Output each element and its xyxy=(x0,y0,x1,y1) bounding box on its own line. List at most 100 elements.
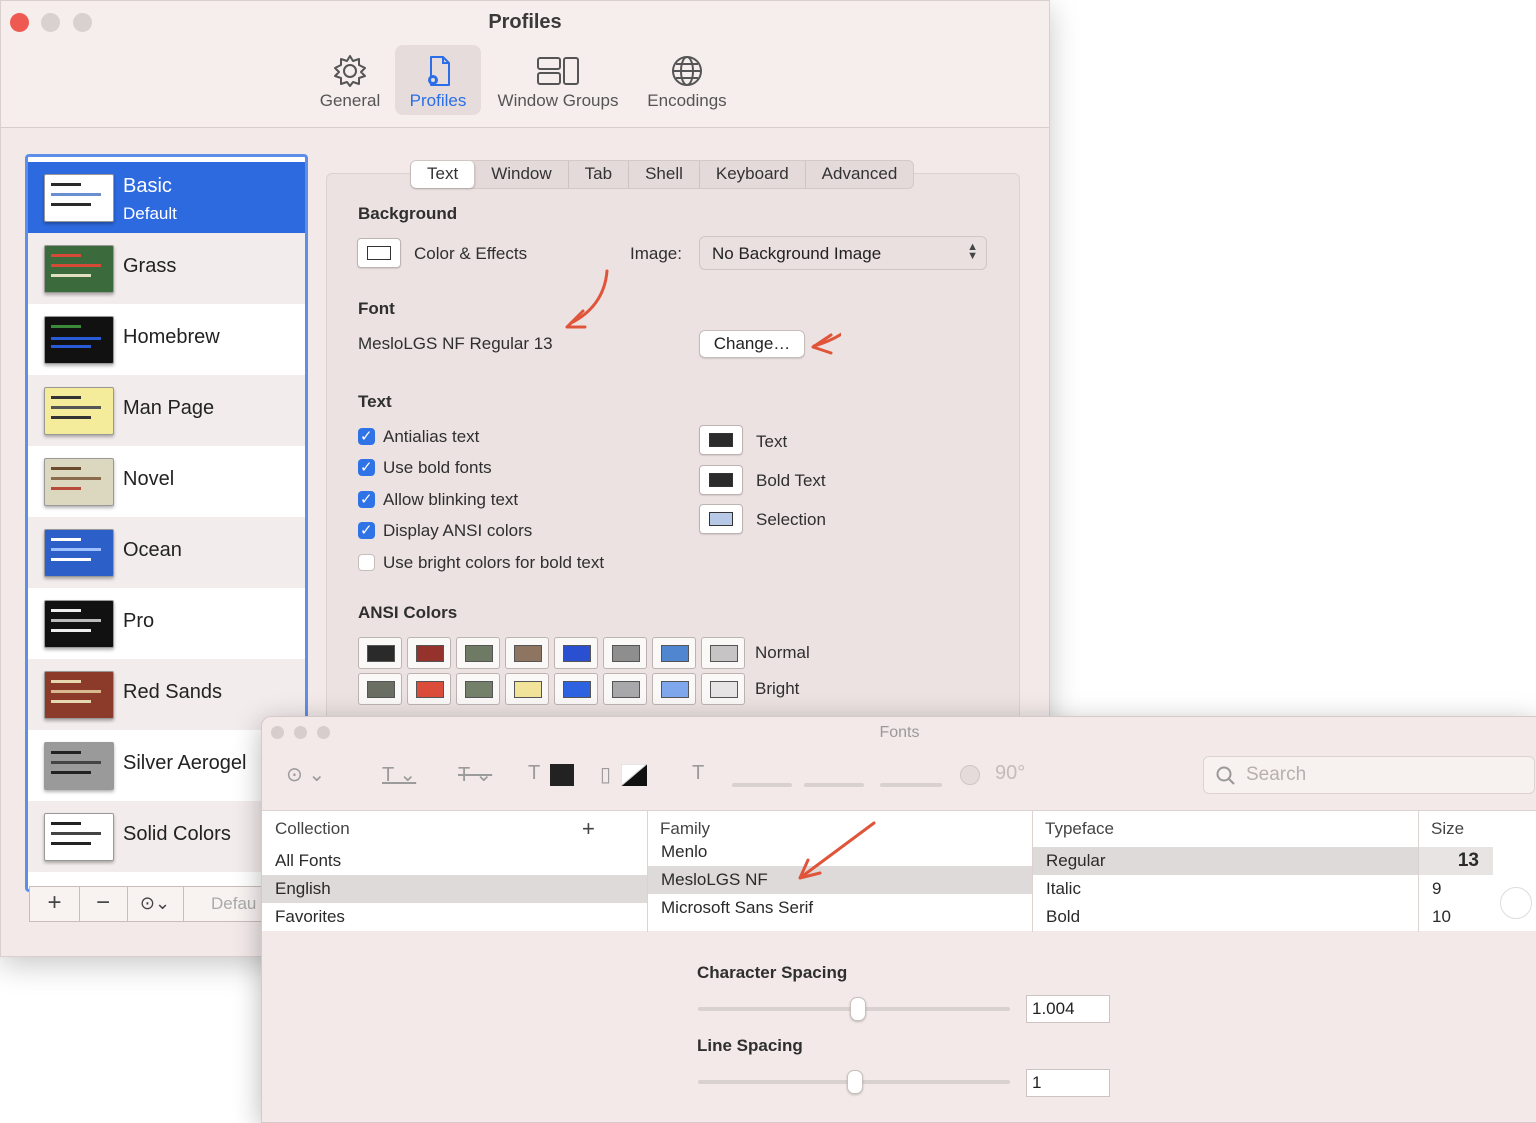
document-color-icon[interactable]: ▯ xyxy=(600,762,611,787)
window-title: Profiles xyxy=(488,11,562,33)
profile-row-pro[interactable]: Pro xyxy=(28,588,305,659)
character-spacing-field[interactable]: 1.004 xyxy=(1026,995,1110,1023)
globe-icon xyxy=(672,56,702,86)
profile-row-homebrew[interactable]: Homebrew xyxy=(28,304,305,375)
ansi-normal-color-well-6[interactable] xyxy=(652,637,696,669)
toolbar-window-groups[interactable]: Window Groups xyxy=(489,45,627,115)
ansi-colors-label: Display ANSI colors xyxy=(383,521,533,540)
ansi-normal-color-well-1[interactable] xyxy=(407,637,451,669)
size-field[interactable]: 13 xyxy=(1419,847,1493,875)
family-item[interactable]: Microsoft Sans Serif xyxy=(648,894,1032,922)
set-default-button[interactable]: Defau xyxy=(211,894,256,914)
profile-row-basic[interactable]: Basic Default xyxy=(28,162,305,233)
ansi-normal-color-swatch xyxy=(465,645,493,662)
line-spacing-field[interactable]: 1 xyxy=(1026,1069,1110,1097)
shadow-offset-slider[interactable] xyxy=(880,783,942,787)
font-heading: Font xyxy=(358,299,395,318)
toolbar-profiles[interactable]: Profiles xyxy=(395,45,481,115)
toolbar-general[interactable]: General xyxy=(313,45,387,115)
profile-name: Homebrew xyxy=(123,326,220,348)
collection-item[interactable]: All Fonts xyxy=(262,847,647,875)
character-spacing-slider[interactable] xyxy=(698,997,1010,1021)
line-spacing-slider[interactable] xyxy=(698,1070,1010,1094)
ansi-colors-checkbox[interactable] xyxy=(358,521,375,539)
color-effects-label: Color & Effects xyxy=(414,244,528,263)
profile-name: Solid Colors xyxy=(123,823,231,845)
blinking-text-checkbox[interactable] xyxy=(358,490,375,508)
shadow-angle-dial[interactable] xyxy=(960,765,980,785)
tab-advanced[interactable]: Advanced xyxy=(806,161,914,188)
ansi-bright-color-well-0[interactable] xyxy=(358,673,402,705)
typeface-item[interactable]: Regular xyxy=(1033,847,1418,875)
tab-window[interactable]: Window xyxy=(475,161,569,188)
background-color-well[interactable] xyxy=(357,238,401,268)
profile-default-label: Default xyxy=(123,204,177,223)
ansi-normal-color-well-5[interactable] xyxy=(603,637,647,669)
ansi-normal-color-well-7[interactable] xyxy=(701,637,745,669)
text-heading: Text xyxy=(358,392,392,411)
profile-row-novel[interactable]: Novel xyxy=(28,446,305,517)
antialias-checkbox[interactable] xyxy=(358,427,375,445)
ansi-bright-color-well-2[interactable] xyxy=(456,673,500,705)
ansi-bright-color-well-7[interactable] xyxy=(701,673,745,705)
shadow-blur-slider[interactable] xyxy=(804,783,864,787)
ansi-bright-color-well-1[interactable] xyxy=(407,673,451,705)
action-menu-icon[interactable]: ⊙ ⌄ xyxy=(286,762,325,787)
typeface-item[interactable]: Bold xyxy=(1033,903,1418,931)
bold-fonts-checkbox[interactable] xyxy=(358,458,375,476)
profile-row-grass[interactable]: Grass xyxy=(28,233,305,304)
bright-bold-checkbox[interactable] xyxy=(358,554,375,571)
ansi-bright-color-swatch xyxy=(465,681,493,698)
ansi-normal-color-swatch xyxy=(661,645,689,662)
profile-actions-menu-button[interactable]: ⊙⌄ xyxy=(127,887,184,921)
character-spacing-value: 1.004 xyxy=(1032,999,1075,1018)
toolbar-encodings[interactable]: Encodings xyxy=(639,45,735,115)
add-profile-button[interactable]: + xyxy=(30,887,80,921)
ansi-bright-color-well-6[interactable] xyxy=(652,673,696,705)
ansi-bright-color-well-5[interactable] xyxy=(603,673,647,705)
character-spacing-knob[interactable] xyxy=(850,997,867,1021)
fonts-title: Fonts xyxy=(879,724,920,741)
collection-item[interactable]: English xyxy=(262,875,647,903)
text-color-swatch[interactable] xyxy=(550,764,574,786)
text-color-well[interactable] xyxy=(699,425,743,455)
selection-color-well[interactable] xyxy=(699,504,743,534)
ansi-normal-color-well-2[interactable] xyxy=(456,637,500,669)
ansi-normal-color-well-3[interactable] xyxy=(505,637,549,669)
shadow-opacity-slider[interactable] xyxy=(732,783,792,787)
line-spacing-knob[interactable] xyxy=(847,1070,863,1094)
document-color-swatch[interactable] xyxy=(621,764,647,786)
collection-item[interactable]: Favorites xyxy=(262,903,647,931)
tab-tab[interactable]: Tab xyxy=(569,161,630,188)
typeface-item[interactable]: Italic xyxy=(1033,875,1418,903)
profile-name: Silver Aerogel xyxy=(123,752,247,774)
remove-profile-button[interactable]: − xyxy=(79,887,128,921)
bold-text-color-well[interactable] xyxy=(699,465,743,495)
strikethrough-icon[interactable]: T ⌄ xyxy=(458,762,492,787)
text-shadow-icon[interactable]: T xyxy=(692,762,704,785)
ansi-bright-color-well-4[interactable] xyxy=(554,673,598,705)
ansi-normal-label: Normal xyxy=(755,643,810,662)
ansi-bright-color-swatch xyxy=(563,681,591,698)
add-collection-button[interactable]: + xyxy=(582,816,595,842)
tab-text[interactable]: Text xyxy=(411,161,476,188)
ansi-normal-color-well-4[interactable] xyxy=(554,637,598,669)
profile-name: Pro xyxy=(123,610,155,632)
ansi-bright-color-well-3[interactable] xyxy=(505,673,549,705)
column-divider xyxy=(1418,810,1419,932)
profile-row-man-page[interactable]: Man Page xyxy=(28,375,305,446)
profile-thumbnail xyxy=(44,600,114,648)
profile-row-ocean[interactable]: Ocean xyxy=(28,517,305,588)
size-slider-knob[interactable] xyxy=(1500,887,1532,919)
tab-keyboard[interactable]: Keyboard xyxy=(700,161,806,188)
text-color-icon[interactable]: T xyxy=(528,762,540,785)
tab-shell[interactable]: Shell xyxy=(629,161,700,188)
profile-name: Man Page xyxy=(123,397,215,419)
updown-chevron-icon: ▲ ▼ xyxy=(967,241,978,262)
profiles-doc-icon xyxy=(428,56,450,86)
profile-tabs: Text Window Tab Shell Keyboard Advanced xyxy=(410,160,915,189)
underline-icon[interactable]: T ⌄ xyxy=(382,762,416,787)
blinking-text-label: Allow blinking text xyxy=(383,490,519,509)
ansi-normal-color-well-0[interactable] xyxy=(358,637,402,669)
font-search-field[interactable]: Search xyxy=(1203,756,1535,794)
